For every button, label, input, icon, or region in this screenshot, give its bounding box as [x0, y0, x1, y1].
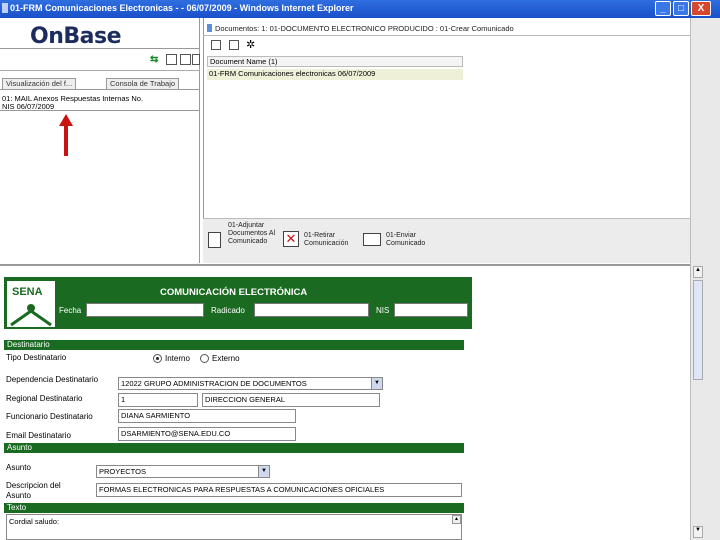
breadcrumb: Documentos: 1: 01-DOCUMENTO ELECTRONICO …: [215, 24, 514, 33]
fecha-input[interactable]: [86, 303, 204, 317]
textarea-scroll-up-icon[interactable]: ▲: [452, 515, 461, 524]
document-row[interactable]: 01-FRM Comunicaciones electronicas 06/07…: [207, 69, 463, 80]
regional-label: Regional Destinatario: [6, 394, 83, 403]
email-input[interactable]: DSARMIENTO@SENA.EDU.CO: [118, 427, 296, 441]
radicado-label: Radicado: [211, 306, 245, 315]
tipo-label: Tipo Destinatario: [6, 353, 67, 362]
minimize-button[interactable]: _: [655, 1, 671, 16]
asunto-select[interactable]: PROYECTOS ▼: [96, 465, 270, 478]
layout-icon[interactable]: [166, 54, 177, 65]
vertical-scrollbar[interactable]: [690, 18, 720, 540]
dependencia-select[interactable]: 12022 GRUPO ADMINISTRACION DE DOCUMENTOS…: [118, 377, 383, 390]
ie-icon: [2, 3, 8, 13]
nis-label: NIS: [376, 306, 390, 315]
email-label: Email Destinatario: [6, 431, 71, 440]
window-title-bar: 01-FRM Comunicaciones Electronicas - - 0…: [0, 0, 720, 18]
nav-arrows-icon[interactable]: ⇆: [150, 54, 158, 65]
scroll-thumb[interactable]: [693, 280, 703, 380]
divider: [0, 110, 200, 111]
clipboard-icon[interactable]: [208, 232, 221, 248]
maximize-button[interactable]: □: [673, 1, 689, 16]
asunto-value: PROYECTOS: [99, 467, 146, 476]
section-destinatario: Destinatario: [4, 340, 464, 350]
section-texto: Texto: [4, 503, 464, 513]
tab-visualizacion[interactable]: Visualización del f...: [2, 78, 77, 89]
fecha-label: Fecha: [59, 306, 82, 315]
close-button[interactable]: X: [691, 1, 711, 16]
remove-icon[interactable]: ✕: [283, 231, 299, 247]
onbase-logo: OnBase: [30, 24, 122, 49]
divider: [0, 89, 200, 90]
scroll-up-icon[interactable]: ▲: [693, 266, 703, 278]
scroll-down-icon[interactable]: ▼: [693, 526, 703, 538]
texto-textarea[interactable]: Cordial saludo:: [6, 514, 462, 540]
descripcion-label: Descripcion del: [6, 481, 61, 490]
divider: [0, 70, 200, 71]
red-arrow-annotation: [59, 114, 73, 156]
settings-icon[interactable]: ✲: [246, 38, 255, 51]
form-title: COMUNICACIÓN ELECTRÓNICA: [160, 287, 308, 298]
tab-consola[interactable]: Consola de Trabajo: [106, 78, 180, 89]
split-view-icon[interactable]: [180, 54, 191, 65]
action-adjuntar[interactable]: 01-Adjuntar Documentos Al Comunicado: [228, 222, 280, 246]
regional-code-input[interactable]: 1: [118, 393, 198, 407]
document-list-header[interactable]: Document Name (1): [207, 56, 463, 67]
radio-interno[interactable]: [153, 354, 162, 363]
sena-logo: SENA: [6, 280, 56, 328]
divider: [0, 48, 200, 49]
section-asunto: Asunto: [4, 443, 464, 453]
funcionario-label: Funcionario Destinatario: [6, 412, 93, 421]
descripcion-input[interactable]: FORMAS ELECTRONICAS PARA RESPUESTAS A CO…: [96, 483, 462, 497]
dependencia-value: 12022 GRUPO ADMINISTRACION DE DOCUMENTOS: [121, 379, 307, 388]
radio-externo[interactable]: [200, 354, 209, 363]
pane-handle-icon: [207, 24, 212, 32]
asunto-label: Asunto: [6, 463, 31, 472]
svg-text:SENA: SENA: [12, 286, 43, 298]
send-icon[interactable]: [363, 233, 381, 246]
back-icon[interactable]: [211, 40, 221, 50]
action-enviar[interactable]: 01-Enviar Comunicado: [386, 232, 442, 248]
action-retirar[interactable]: 01-Retirar Comunicación: [304, 232, 362, 248]
radio-externo-label: Externo: [212, 354, 240, 363]
divider: [203, 35, 690, 36]
single-view-icon[interactable]: [192, 54, 200, 65]
dependencia-label: Dependencia Destinatario: [6, 375, 99, 384]
descripcion-label-2: Asunto: [6, 491, 31, 500]
window-title: 01-FRM Comunicaciones Electronicas - - 0…: [10, 3, 354, 13]
chevron-down-icon[interactable]: ▼: [371, 378, 382, 389]
refresh-icon[interactable]: [229, 40, 239, 50]
funcionario-input[interactable]: DIANA SARMIENTO: [118, 409, 296, 423]
radicado-input[interactable]: [254, 303, 369, 317]
radio-interno-label: Interno: [165, 354, 190, 363]
chevron-down-icon[interactable]: ▼: [258, 466, 269, 477]
nis-input[interactable]: [394, 303, 468, 317]
regional-value-input[interactable]: DIRECCION GENERAL: [202, 393, 380, 407]
